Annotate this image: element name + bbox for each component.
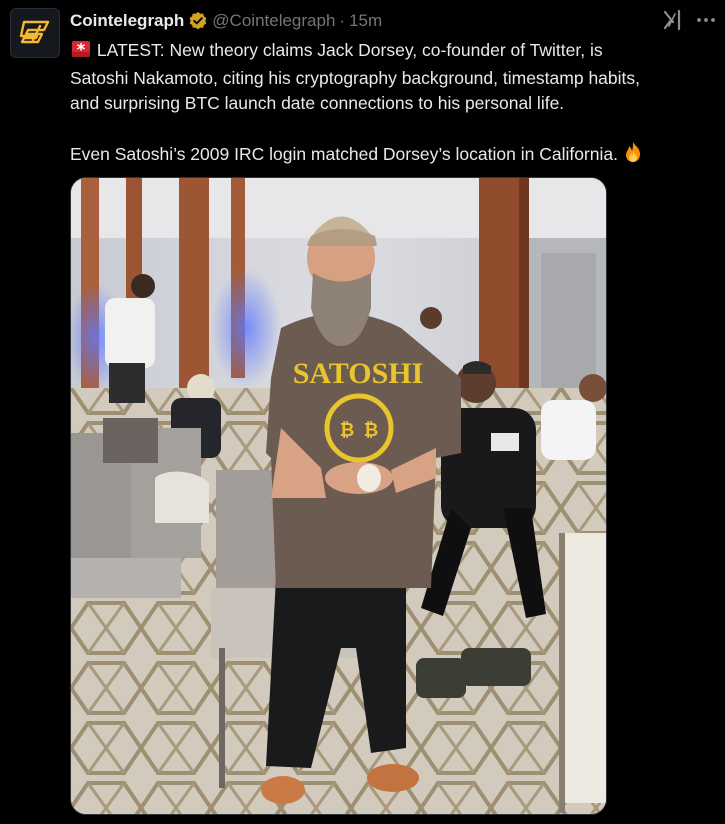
- timestamp[interactable]: 15m: [349, 11, 382, 31]
- tweet-line-3: and surprising BTC launch date connectio…: [70, 93, 565, 113]
- tweet-line-1: LATEST: New theory claims Jack Dorsey, c…: [70, 38, 720, 66]
- rotating-light-icon: [70, 39, 92, 66]
- fire-icon: [623, 141, 643, 170]
- separator-dot: ·: [339, 11, 346, 30]
- tweet-photo[interactable]: SATOSHI ₿ ₿: [70, 177, 607, 815]
- grok-icon[interactable]: [661, 8, 685, 32]
- tweet[interactable]: Cointelegraph @Cointelegraph · 15m LATES…: [0, 0, 725, 824]
- tweet-text: LATEST: New theory claims Jack Dorsey, c…: [70, 38, 720, 170]
- display-name[interactable]: Cointelegraph: [70, 11, 184, 31]
- tweet-line-4: Even Satoshi’s 2009 IRC login matched Do…: [70, 141, 720, 170]
- tweet-line-4-text: Even Satoshi’s 2009 IRC login matched Do…: [70, 144, 618, 164]
- handle[interactable]: @Cointelegraph: [212, 11, 335, 31]
- shirt-text: SATOSHI: [293, 357, 424, 390]
- avatar[interactable]: [10, 8, 60, 58]
- verified-badge-icon[interactable]: [188, 11, 208, 31]
- shirt-symbol-left: ₿: [340, 420, 355, 441]
- tweet-line-1-text: LATEST: New theory claims Jack Dorsey, c…: [96, 40, 603, 60]
- shirt-symbol-right: ₿: [364, 420, 379, 441]
- cointelegraph-logo-icon: [19, 20, 50, 44]
- more-icon[interactable]: [694, 8, 718, 32]
- tweet-line-2: Satoshi Nakamoto, citing his cryptograph…: [70, 68, 641, 88]
- tweet-header: Cointelegraph @Cointelegraph · 15m: [70, 10, 382, 32]
